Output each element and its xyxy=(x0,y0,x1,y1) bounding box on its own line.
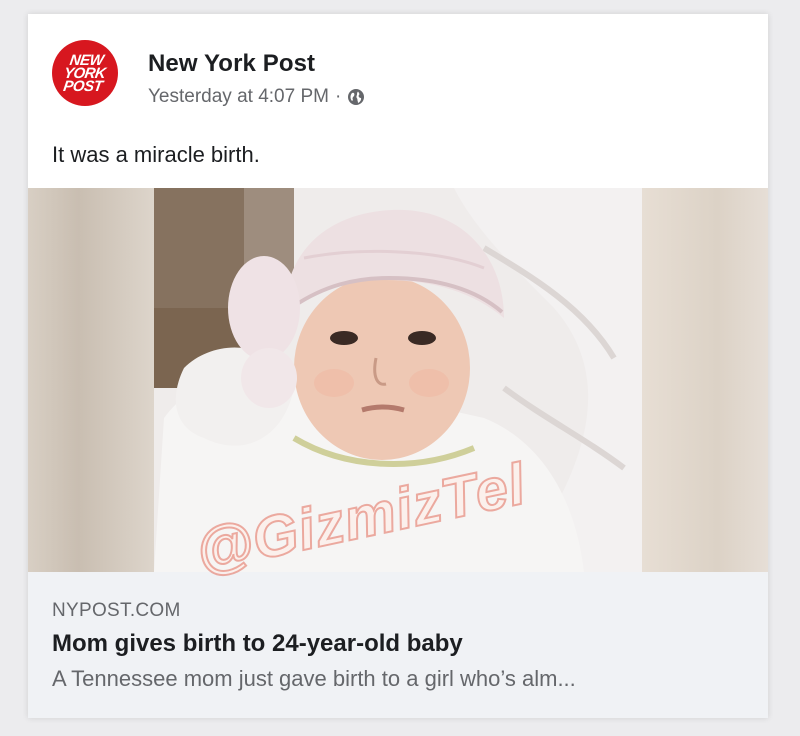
link-title[interactable]: Mom gives birth to 24-year-old baby xyxy=(52,630,463,658)
link-domain: NYPOST.COM xyxy=(52,600,181,621)
post-card: NEW YORK POST New York Post Yesterday at… xyxy=(28,14,768,718)
page-avatar[interactable]: NEW YORK POST xyxy=(52,40,118,106)
page-name-link[interactable]: New York Post xyxy=(148,50,315,78)
link-description: A Tennessee mom just gave birth to a gir… xyxy=(52,666,576,691)
post-header: NEW YORK POST New York Post Yesterday at… xyxy=(28,14,768,114)
globe-icon[interactable] xyxy=(347,88,365,106)
logo-line: POST xyxy=(62,77,104,95)
post-message: It was a miracle birth. xyxy=(52,142,260,167)
link-preview[interactable]: NYPOST.COM Mom gives birth to 24-year-ol… xyxy=(28,572,768,718)
blurred-background-right xyxy=(642,188,768,572)
post-meta: Yesterday at 4:07 PM · xyxy=(148,86,365,108)
post-timestamp[interactable]: Yesterday at 4:07 PM xyxy=(148,86,329,108)
meta-separator: · xyxy=(334,86,342,107)
blurred-background-left xyxy=(28,188,154,572)
new-york-post-logo: NEW YORK POST xyxy=(62,52,109,95)
